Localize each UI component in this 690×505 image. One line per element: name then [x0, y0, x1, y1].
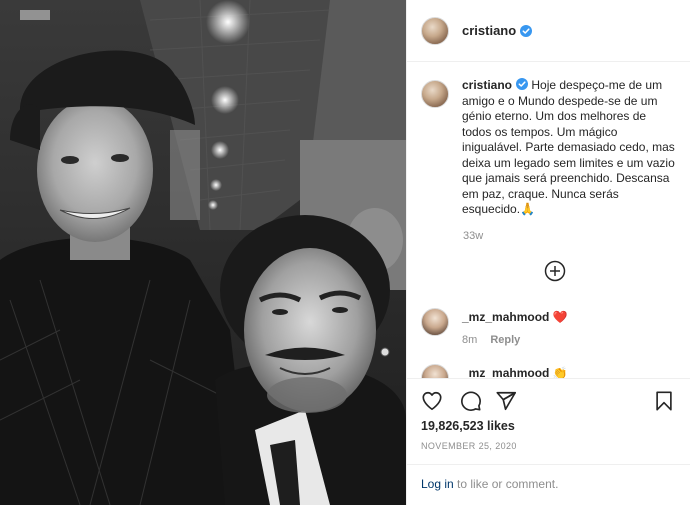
login-prompt: Log in to like or comment.	[407, 464, 690, 505]
post-header: cristiano	[407, 0, 690, 62]
comment-avatar[interactable]	[421, 308, 449, 336]
post-sidebar: cristiano cristiano Hoje despeço-me de u…	[406, 0, 690, 505]
comment-avatar[interactable]	[421, 364, 449, 378]
comment-emoji: ❤️	[552, 310, 568, 324]
comment-body: _mz_mahmood ❤️ 8m Reply	[462, 308, 568, 346]
instagram-post: cristiano cristiano Hoje despeço-me de u…	[0, 0, 690, 505]
bookmark-icon[interactable]	[653, 390, 675, 412]
author-avatar[interactable]	[421, 16, 449, 45]
author-username[interactable]: cristiano	[462, 23, 516, 38]
reply-button[interactable]: Reply	[490, 334, 520, 346]
comment-emoji: 👏	[552, 366, 568, 378]
post-actions: 19,826,523 likes NOVEMBER 25, 2020 Log i…	[407, 378, 690, 505]
caption-username[interactable]: cristiano	[462, 78, 512, 92]
heart-icon[interactable]	[421, 390, 443, 412]
login-link[interactable]: Log in	[421, 477, 454, 491]
comment-icon[interactable]	[460, 390, 482, 412]
post-photo[interactable]	[0, 0, 406, 505]
verified-badge-icon	[516, 78, 529, 90]
caption-time-ago: 33w	[463, 230, 484, 242]
comment-username[interactable]: _mz_mahmood	[462, 366, 549, 378]
comments-section[interactable]: cristiano Hoje despeço-me de um amigo e …	[407, 62, 690, 378]
photo-illustration	[0, 0, 406, 505]
comment-item: _mz_mahmood ❤️ 8m Reply	[421, 308, 568, 346]
comment-time: 8m	[462, 334, 478, 346]
like-count[interactable]: 19,826,523 likes	[421, 419, 515, 433]
comment-item: _mz_mahmood 👏	[421, 364, 568, 378]
share-icon[interactable]	[495, 390, 517, 412]
verified-badge-icon	[520, 24, 533, 37]
caption: cristiano Hoje despeço-me de um amigo e …	[462, 78, 678, 218]
caption-avatar[interactable]	[421, 80, 449, 108]
post-date: NOVEMBER 25, 2020	[421, 441, 517, 451]
caption-text: Hoje despeço-me de um amigo e o Mundo de…	[462, 78, 675, 216]
comment-username[interactable]: _mz_mahmood	[462, 310, 549, 324]
login-prompt-text: to like or comment.	[453, 477, 559, 491]
caption-row: cristiano Hoje despeço-me de um amigo e …	[421, 78, 678, 218]
comment-body: _mz_mahmood 👏	[462, 364, 568, 378]
add-circle-icon[interactable]	[544, 260, 566, 282]
comment-meta: 8m Reply	[462, 334, 568, 346]
